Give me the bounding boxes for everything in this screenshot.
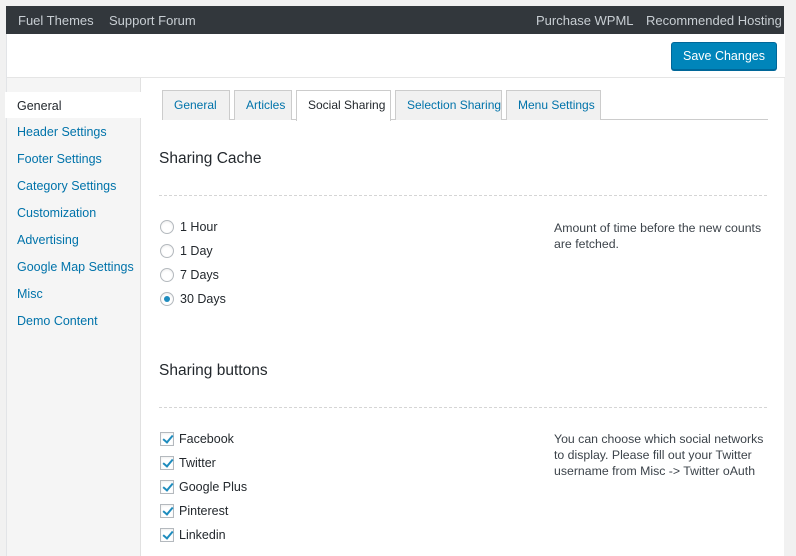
radio-option-1-hour[interactable]: 1 Hour: [160, 219, 218, 235]
sidebar-item-general[interactable]: General: [5, 92, 141, 118]
topbar-link-purchase-wpml[interactable]: Purchase WPML: [536, 13, 634, 28]
tab-bar: General Articles Social Sharing Selectio…: [162, 90, 768, 121]
topbar-link-support-forum[interactable]: Support Forum: [109, 13, 196, 28]
settings-panel: Save Changes General Header Settings Foo…: [5, 34, 785, 556]
tab-general[interactable]: General: [162, 90, 230, 120]
sharing-buttons-description: You can choose which social networks to …: [554, 432, 764, 478]
section-divider: [159, 195, 767, 196]
radio-label: 30 Days: [180, 292, 226, 306]
checkbox[interactable]: [160, 480, 174, 494]
checkbox[interactable]: [160, 456, 174, 470]
checkbox-label: Pinterest: [179, 504, 229, 518]
checkbox-label: Google Plus: [179, 480, 248, 494]
sharing-cache-description: Amount of time before the new counts are…: [554, 221, 762, 251]
topbar-link-recommended-hosting[interactable]: Recommended Hosting: [646, 13, 782, 28]
section-divider: [159, 407, 767, 408]
sidebar-item-category-settings[interactable]: Category Settings: [17, 179, 116, 193]
checkbox-label: Twitter: [179, 456, 216, 470]
checkbox[interactable]: [160, 528, 174, 542]
radio-option-1-day[interactable]: 1 Day: [160, 243, 213, 259]
tab-social-sharing[interactable]: Social Sharing: [296, 90, 391, 121]
checkbox-label: Facebook: [179, 432, 234, 446]
sidebar-item-footer-settings[interactable]: Footer Settings: [17, 152, 102, 166]
topbar-link-fuel-themes[interactable]: Fuel Themes: [18, 13, 94, 28]
checkbox[interactable]: [160, 432, 174, 446]
radio-option-30-days[interactable]: 30 Days: [160, 291, 226, 307]
section-title-sharing-buttons: Sharing buttons: [159, 362, 268, 379]
checkbox-option-linkedin[interactable]: Linkedin: [160, 527, 226, 543]
checkbox-option-facebook[interactable]: Facebook: [160, 431, 234, 447]
radio-button[interactable]: [160, 292, 174, 306]
checkbox-label: Linkedin: [179, 528, 226, 542]
top-bar: Fuel Themes Support Forum Purchase WPML …: [6, 6, 784, 34]
checkbox-option-twitter[interactable]: Twitter: [160, 455, 216, 471]
radio-label: 7 Days: [180, 268, 219, 282]
tab-menu-settings[interactable]: Menu Settings: [506, 90, 601, 120]
radio-button[interactable]: [160, 244, 174, 258]
section-title-sharing-cache: Sharing Cache: [159, 150, 262, 167]
settings-sidebar: General Header Settings Footer Settings …: [5, 78, 141, 556]
radio-label: 1 Hour: [180, 220, 218, 234]
radio-button[interactable]: [160, 268, 174, 282]
tab-selection-sharing[interactable]: Selection Sharing: [395, 90, 502, 120]
settings-header: Save Changes: [7, 34, 785, 78]
sidebar-item-google-map-settings[interactable]: Google Map Settings: [17, 260, 134, 274]
save-changes-button[interactable]: Save Changes: [670, 42, 777, 70]
sidebar-item-header-settings[interactable]: Header Settings: [17, 125, 107, 139]
sidebar-item-customization[interactable]: Customization: [17, 206, 96, 220]
checkbox[interactable]: [160, 504, 174, 518]
checkbox-option-pinterest[interactable]: Pinterest: [160, 503, 228, 519]
checkbox-option-google-plus[interactable]: Google Plus: [160, 479, 247, 495]
tab-articles[interactable]: Articles: [234, 90, 292, 120]
sidebar-item-demo-content[interactable]: Demo Content: [17, 314, 98, 328]
radio-button[interactable]: [160, 220, 174, 234]
radio-option-7-days[interactable]: 7 Days: [160, 267, 219, 283]
radio-label: 1 Day: [180, 244, 213, 258]
sidebar-item-misc[interactable]: Misc: [17, 287, 43, 301]
sidebar-item-advertising[interactable]: Advertising: [17, 233, 79, 247]
